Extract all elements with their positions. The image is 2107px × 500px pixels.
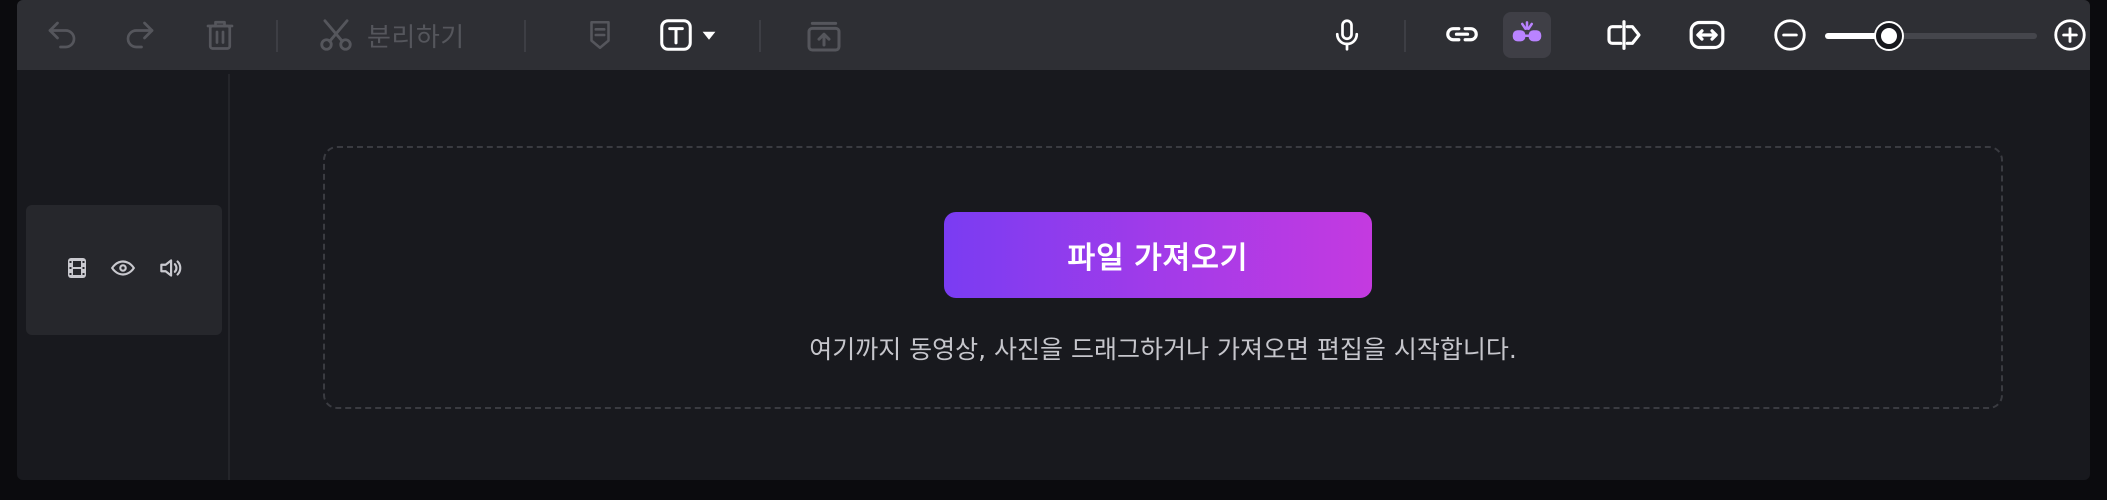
marker-button[interactable] (575, 10, 625, 60)
zoom-out-icon (1774, 19, 1806, 51)
track-audio-button[interactable] (157, 255, 183, 285)
toolbar-separator (759, 20, 761, 52)
undo-button[interactable] (37, 10, 87, 60)
timeline-panel: 분리하기 파일 가져오기 여기까지 동영상, 사진을 드래그하거나 가져오면 편… (17, 0, 2090, 480)
frame-export-icon (807, 21, 841, 52)
export-frame-button[interactable] (799, 10, 849, 60)
zoom-in-icon (2054, 19, 2086, 51)
ai-button[interactable] (1503, 10, 1551, 60)
zoom-slider-thumb[interactable] (1875, 23, 1902, 49)
text-button[interactable] (657, 10, 727, 60)
ai-bug-icon (1512, 21, 1542, 42)
toolbar: 분리하기 (17, 0, 2090, 70)
media-drop-zone[interactable]: 파일 가져오기 여기까지 동영상, 사진을 드래그하거나 가져오면 편집을 시작… (323, 146, 2003, 409)
zoom-out-button[interactable] (1767, 10, 1813, 60)
scissors-icon (320, 19, 352, 51)
track-film-button[interactable] (65, 256, 89, 284)
redo-button[interactable] (115, 10, 165, 60)
marker-icon (590, 20, 610, 50)
drop-zone-hint: 여기까지 동영상, 사진을 드래그하거나 가져오면 편집을 시작합니다. (809, 335, 1517, 364)
import-file-button[interactable]: 파일 가져오기 (944, 212, 1372, 298)
delete-button[interactable] (195, 10, 245, 60)
fit-width-icon (1689, 20, 1725, 50)
eye-icon (110, 260, 136, 276)
film-icon (68, 258, 86, 278)
link-button[interactable] (1437, 10, 1487, 60)
split-button[interactable]: 분리하기 (317, 10, 507, 60)
track-header (26, 205, 222, 335)
text-icon (660, 19, 692, 51)
trash-icon (206, 20, 234, 50)
split-clip-button[interactable] (1599, 10, 1649, 60)
undo-icon (48, 21, 76, 49)
track-header-divider (228, 74, 230, 480)
speaker-icon (160, 259, 182, 277)
voiceover-button[interactable] (1322, 10, 1372, 60)
toolbar-separator (524, 20, 526, 52)
toolbar-separator (1404, 20, 1406, 52)
caret-down-icon (702, 31, 716, 40)
fit-width-button[interactable] (1682, 10, 1732, 60)
link-icon (1446, 27, 1478, 42)
microphone-icon (1335, 19, 1359, 51)
zoom-slider[interactable] (1825, 23, 2037, 49)
zoom-in-button[interactable] (2047, 10, 2090, 60)
split-clip-icon (1607, 20, 1641, 50)
redo-icon (126, 21, 154, 49)
split-label: 분리하기 (367, 22, 465, 53)
toolbar-separator (276, 20, 278, 52)
track-visibility-button[interactable] (110, 255, 136, 285)
